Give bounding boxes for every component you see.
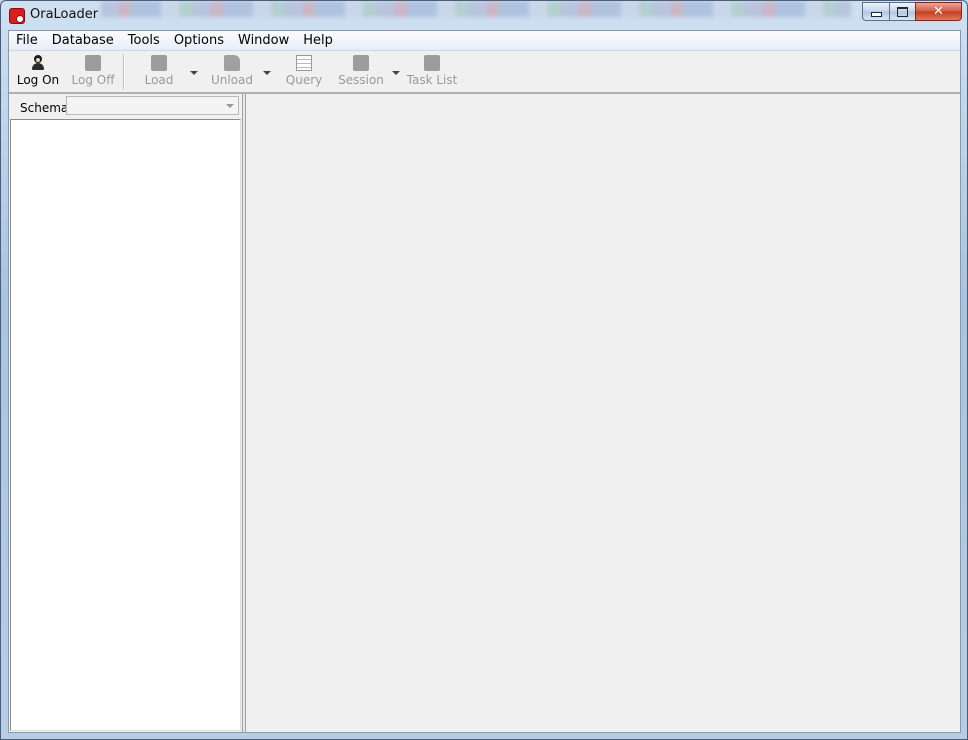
unload-button[interactable]: Unload [210, 55, 254, 89]
query-button[interactable]: Query [285, 55, 323, 89]
query-label: Query [285, 73, 323, 87]
client-area: File Database Tools Options Window Help … [8, 30, 961, 733]
minimize-icon [870, 11, 882, 17]
toolbar-separator [123, 54, 125, 90]
mdi-workspace[interactable] [245, 94, 960, 732]
logoff-button[interactable]: Log Off [71, 55, 115, 89]
close-button[interactable]: ✕ [915, 2, 962, 21]
toolbar: Log On Log Off Load Unload Query Session… [9, 51, 960, 94]
menu-database[interactable]: Database [45, 31, 121, 50]
schema-tree[interactable] [10, 119, 241, 731]
unload-label: Unload [210, 73, 254, 87]
user-off-icon [85, 55, 101, 71]
load-icon [151, 55, 167, 71]
session-button[interactable]: Session [338, 55, 384, 89]
minimize-button[interactable] [862, 2, 889, 21]
tasklist-button[interactable]: Task List [406, 55, 458, 89]
background-blur [101, 1, 851, 17]
close-icon: ✕ [933, 4, 944, 19]
query-icon [296, 55, 312, 71]
session-icon [353, 55, 369, 71]
title-bar[interactable]: OraLoader ✕ [1, 1, 967, 29]
unload-dropdown-arrow[interactable] [263, 71, 271, 75]
load-button[interactable]: Load [145, 55, 173, 89]
session-label: Session [338, 73, 384, 87]
menu-bar: File Database Tools Options Window Help [9, 31, 960, 51]
menu-window[interactable]: Window [231, 31, 296, 50]
load-dropdown-arrow[interactable] [190, 71, 198, 75]
user-icon [30, 55, 46, 71]
window-title: OraLoader [30, 7, 99, 22]
logoff-label: Log Off [71, 73, 115, 87]
logon-button[interactable]: Log On [16, 55, 60, 89]
menu-help[interactable]: Help [296, 31, 340, 50]
tasklist-label: Task List [406, 73, 458, 87]
unload-icon [224, 55, 240, 71]
load-label: Load [144, 73, 174, 87]
oraloader-app-icon[interactable] [9, 8, 25, 24]
menu-tools[interactable]: Tools [121, 31, 167, 50]
schema-pane: Schema [9, 94, 242, 732]
menu-options[interactable]: Options [167, 31, 231, 50]
menu-file[interactable]: File [9, 31, 45, 50]
schema-row: Schema [9, 94, 242, 118]
schema-select[interactable] [66, 96, 239, 115]
maximize-button[interactable] [889, 2, 915, 21]
caption-buttons: ✕ [862, 2, 962, 21]
session-dropdown-arrow[interactable] [392, 71, 400, 75]
app-window: OraLoader ✕ File Database Tools Options … [0, 0, 968, 740]
schema-label: Schema [20, 101, 69, 115]
chevron-down-icon [226, 104, 234, 108]
maximize-icon [897, 6, 908, 17]
task-list-icon [424, 55, 440, 71]
logon-label: Log On [16, 73, 60, 87]
